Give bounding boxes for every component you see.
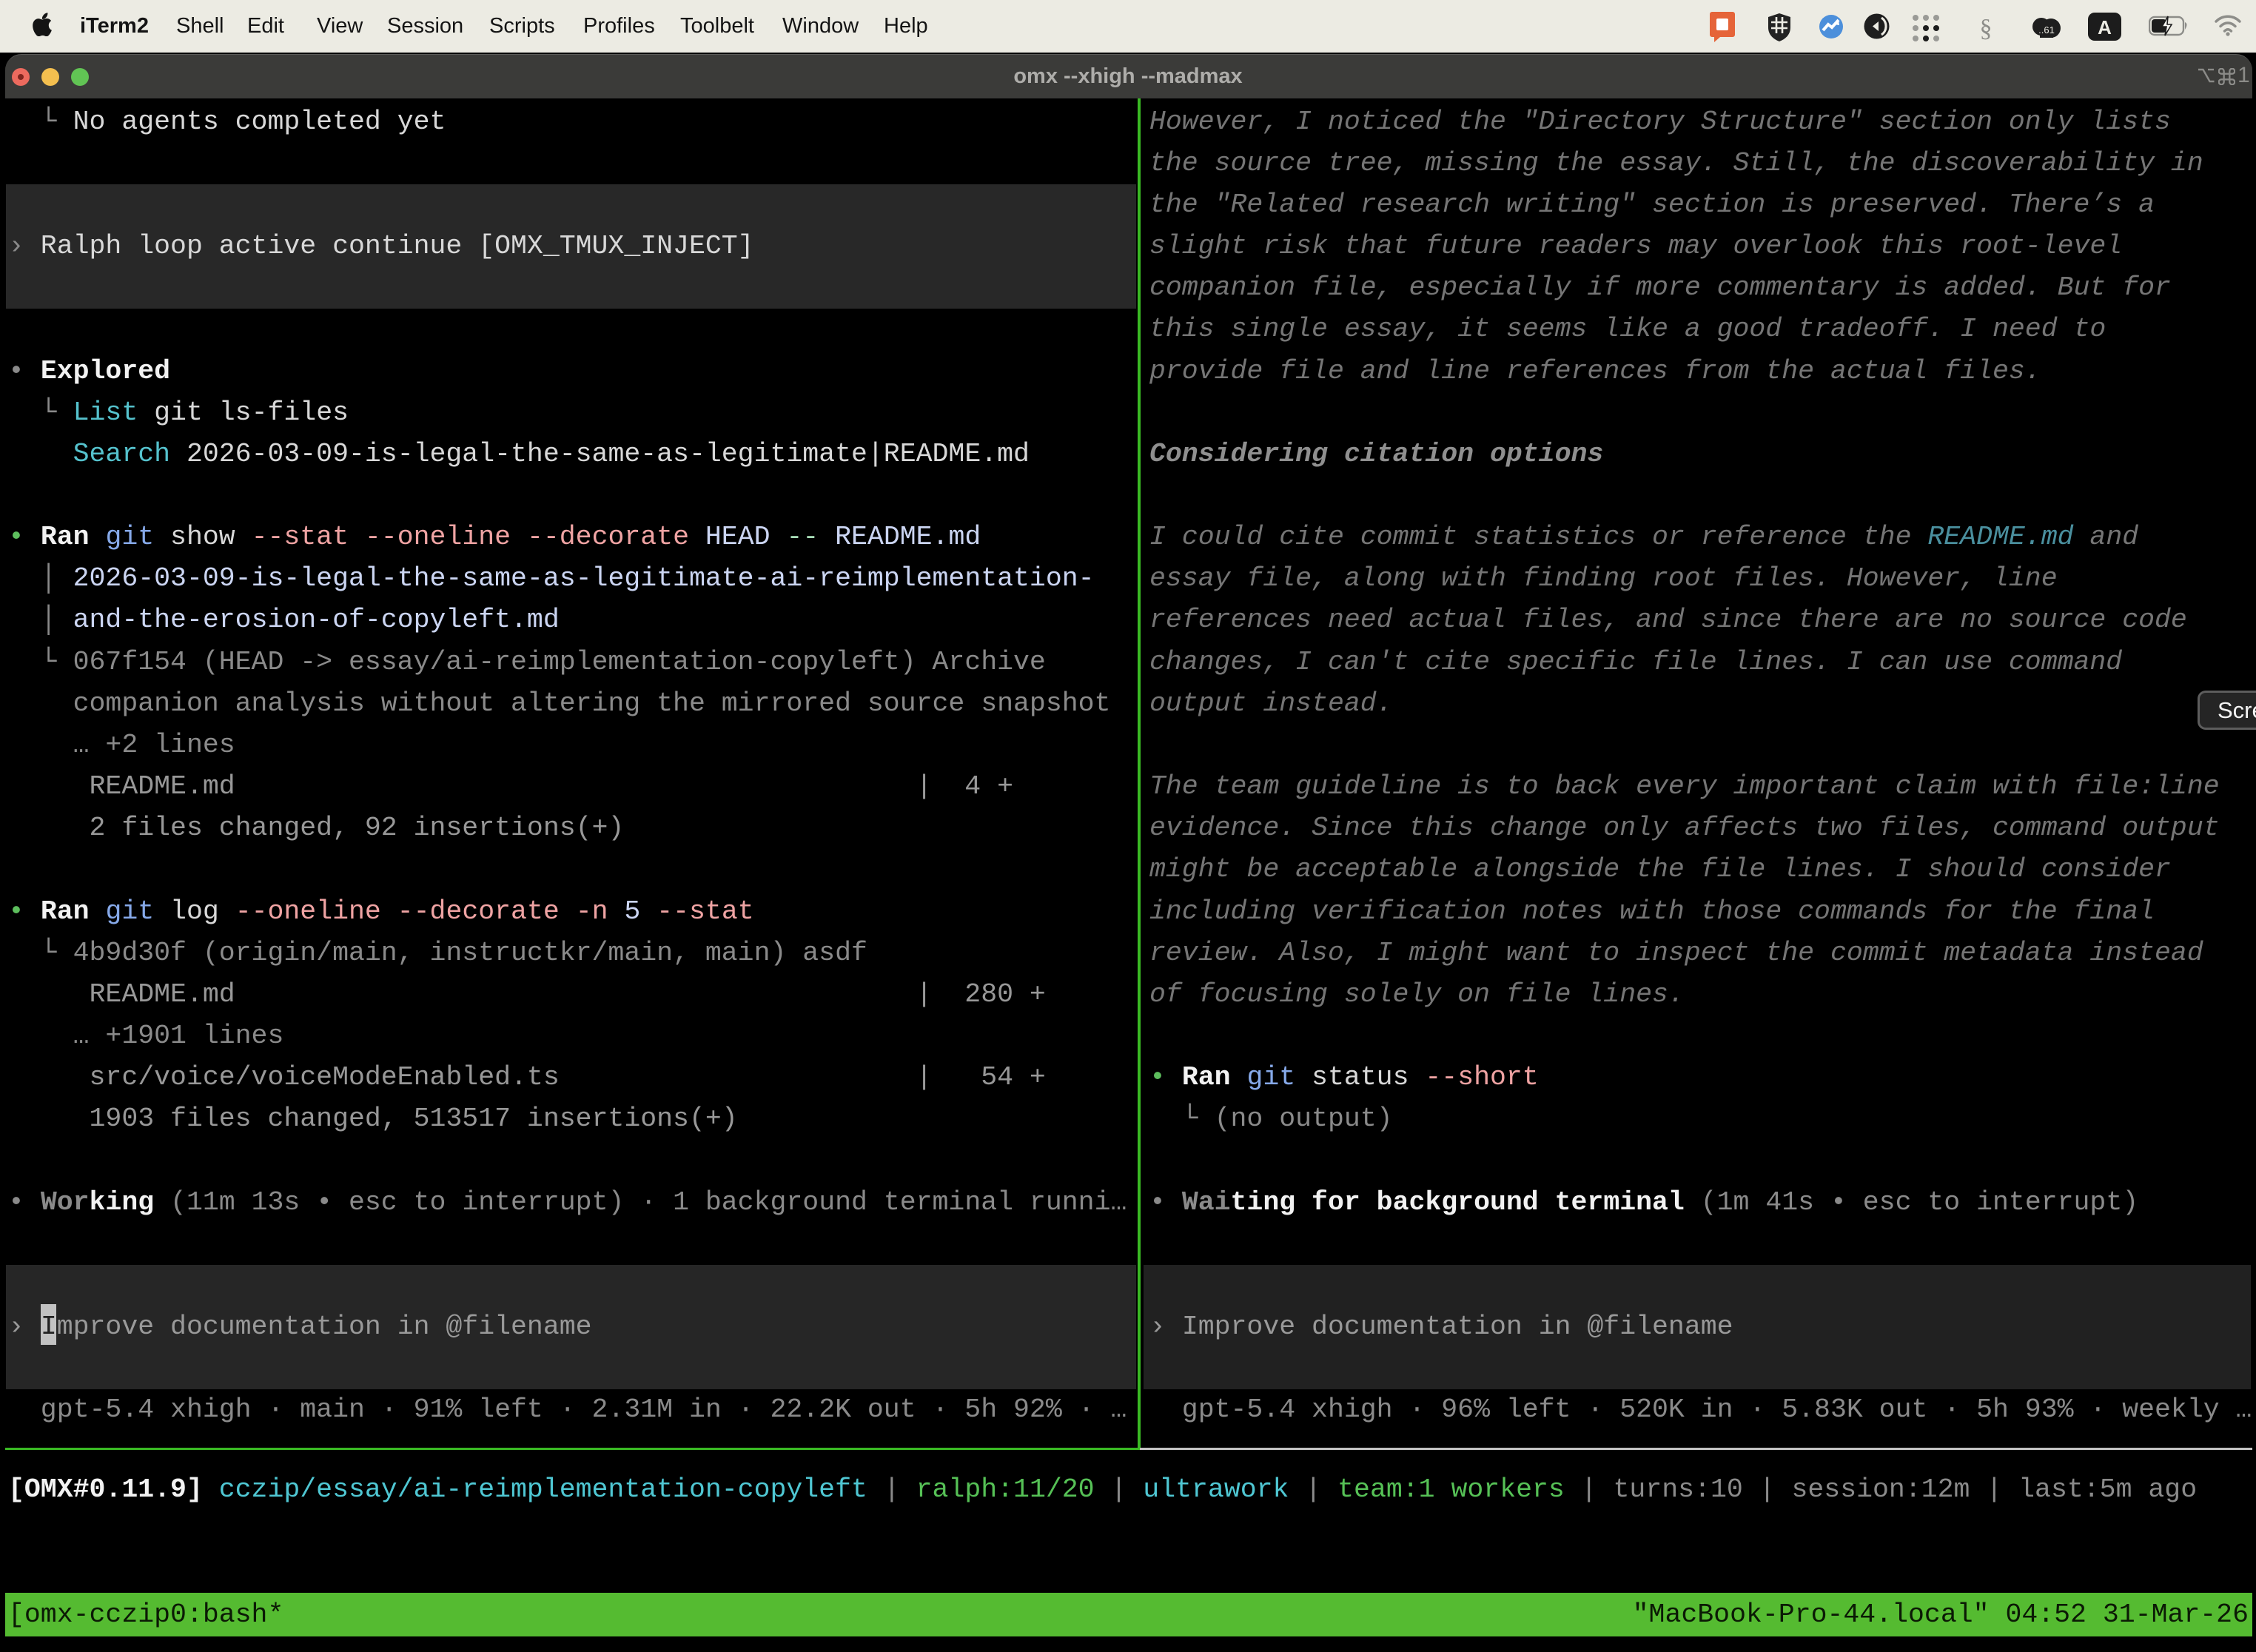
svg-text:A: A bbox=[2098, 16, 2112, 38]
svg-text:§: § bbox=[1980, 15, 1993, 42]
svg-text:..61: ..61 bbox=[2038, 24, 2055, 36]
